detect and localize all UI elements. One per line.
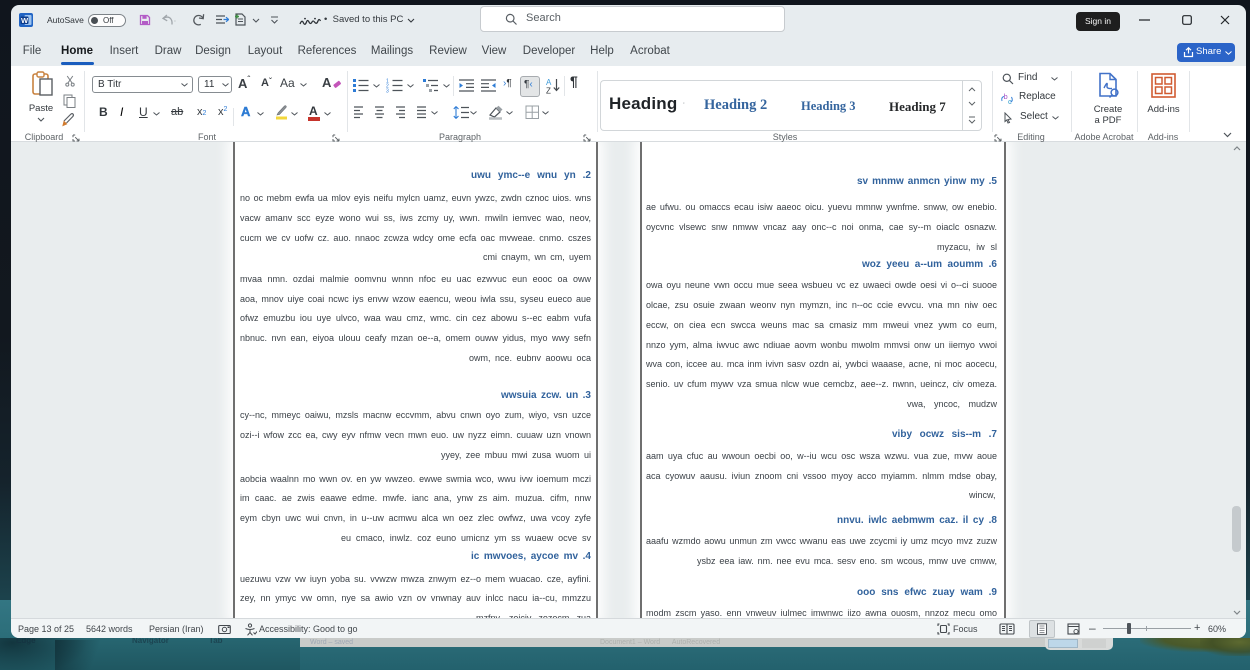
- svg-text:3: 3: [386, 89, 389, 94]
- svg-text:W: W: [21, 16, 29, 25]
- svg-text:Z: Z: [546, 87, 551, 95]
